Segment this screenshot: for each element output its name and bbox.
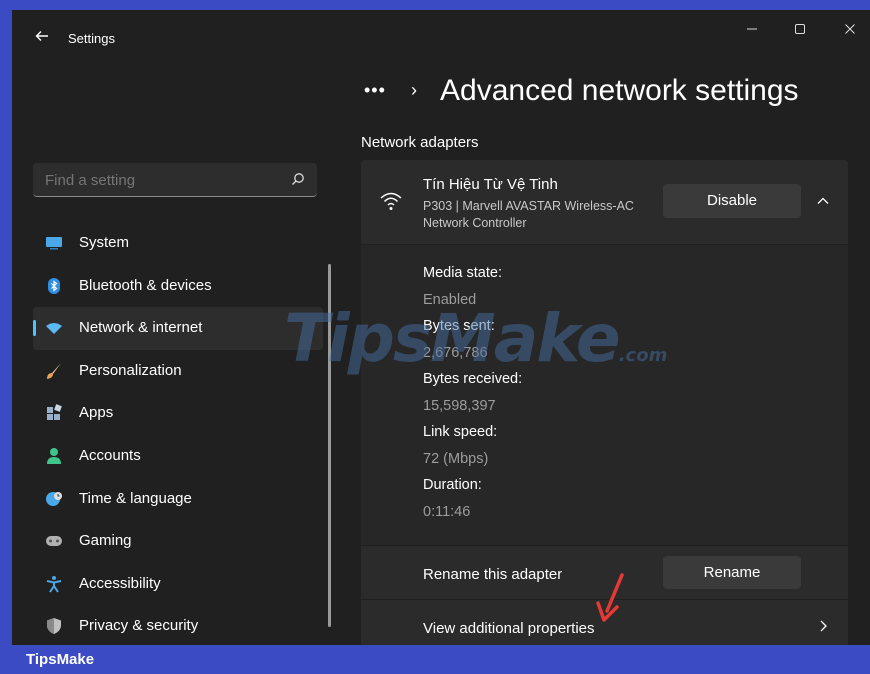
sidebar-item-time-language[interactable]: Time & language	[33, 478, 323, 521]
sidebar-item-gaming[interactable]: Gaming	[33, 520, 323, 563]
sidebar-item-label: Network & internet	[79, 319, 203, 337]
view-additional-properties-label: View additional properties	[423, 620, 595, 637]
breadcrumb-separator: ›	[411, 80, 417, 100]
sidebar-item-label: Accessibility	[79, 574, 161, 592]
sidebar-item-accounts[interactable]: Accounts	[33, 435, 323, 478]
frame-top	[0, 0, 870, 10]
app-title: Settings	[68, 31, 115, 46]
maximize-button[interactable]	[788, 20, 812, 40]
breadcrumb-more-button[interactable]: •••	[364, 80, 386, 101]
disable-button[interactable]: Disable	[663, 184, 801, 218]
sidebar-item-label: Privacy & security	[79, 617, 199, 635]
back-arrow-icon[interactable]	[34, 28, 50, 44]
sidebar-item-label: System	[79, 234, 130, 251]
sidebar-item-apps[interactable]: Apps	[33, 392, 323, 435]
search-box[interactable]	[33, 163, 317, 197]
sidebar-item-label: Bluetooth & devices	[79, 276, 212, 294]
adapter-card-header[interactable]: Tín Hiệu Từ Vệ Tinh P303 | Marvell AVAST…	[361, 160, 848, 244]
wifi-network-icon	[45, 319, 63, 337]
apps-icon	[45, 404, 63, 422]
sidebar-item-network[interactable]: Network & internet	[33, 307, 323, 350]
brush-icon	[45, 362, 63, 380]
duration-value: 0:11:46	[423, 504, 471, 520]
close-button[interactable]	[838, 20, 862, 40]
chevron-right-icon	[816, 619, 830, 633]
red-arrow-annotation-icon	[594, 573, 628, 623]
chevron-up-icon[interactable]	[816, 194, 830, 208]
adapter-description: P303 | Marvell AVASTAR Wireless-AC Netwo…	[423, 199, 634, 230]
bluetooth-icon	[45, 277, 63, 295]
search-icon[interactable]	[291, 172, 305, 186]
adapter-name: Tín Hiệu Từ Vệ Tinh	[423, 176, 558, 193]
page-title: Advanced network settings	[440, 74, 799, 107]
active-indicator	[33, 320, 36, 337]
rename-adapter-label: Rename this adapter	[423, 566, 563, 583]
monitor-icon	[45, 234, 63, 252]
link-speed-label: Link speed:	[423, 424, 498, 440]
adapter-properties: Media state: Enabled Bytes sent: 2,676,7…	[361, 245, 848, 545]
wifi-icon	[379, 190, 403, 212]
section-title: Network adapters	[361, 134, 479, 151]
accessibility-icon	[45, 575, 63, 593]
sidebar-item-label: Accounts	[79, 446, 141, 464]
sidebar-item-bluetooth[interactable]: Bluetooth & devices	[33, 265, 323, 308]
media-state-label: Media state:	[423, 265, 502, 281]
person-icon	[45, 447, 63, 465]
sidebar-item-label: Time & language	[79, 489, 192, 507]
sidebar-item-privacy-security[interactable]: Privacy & security	[33, 605, 323, 645]
footer-brand: TipsMake	[26, 651, 95, 668]
gamepad-icon	[45, 532, 63, 550]
sidebar-item-label: Apps	[79, 404, 114, 422]
watermark: TipsMake.com	[284, 300, 668, 377]
shield-icon	[45, 617, 63, 635]
minimize-button[interactable]	[740, 20, 764, 40]
rename-button[interactable]: Rename	[663, 556, 801, 589]
sidebar-item-system[interactable]: System	[33, 222, 323, 265]
sidebar-nav: System Bluetooth & devices Network & int…	[33, 222, 323, 645]
sidebar-item-label: Personalization	[79, 361, 182, 379]
frame-left	[0, 0, 12, 674]
globe-clock-icon	[45, 490, 63, 508]
settings-window: Settings System Bluetooth & devices	[12, 10, 870, 645]
bytes-received-value: 15,598,397	[423, 398, 496, 414]
link-speed-value: 72 (Mbps)	[423, 451, 489, 467]
sidebar-item-label: Gaming	[79, 532, 132, 550]
footer-bar: TipsMake	[0, 645, 870, 674]
sidebar-item-personalization[interactable]: Personalization	[33, 350, 323, 393]
sidebar-item-accessibility[interactable]: Accessibility	[33, 563, 323, 606]
duration-label: Duration:	[423, 477, 482, 493]
search-input[interactable]	[45, 172, 275, 189]
